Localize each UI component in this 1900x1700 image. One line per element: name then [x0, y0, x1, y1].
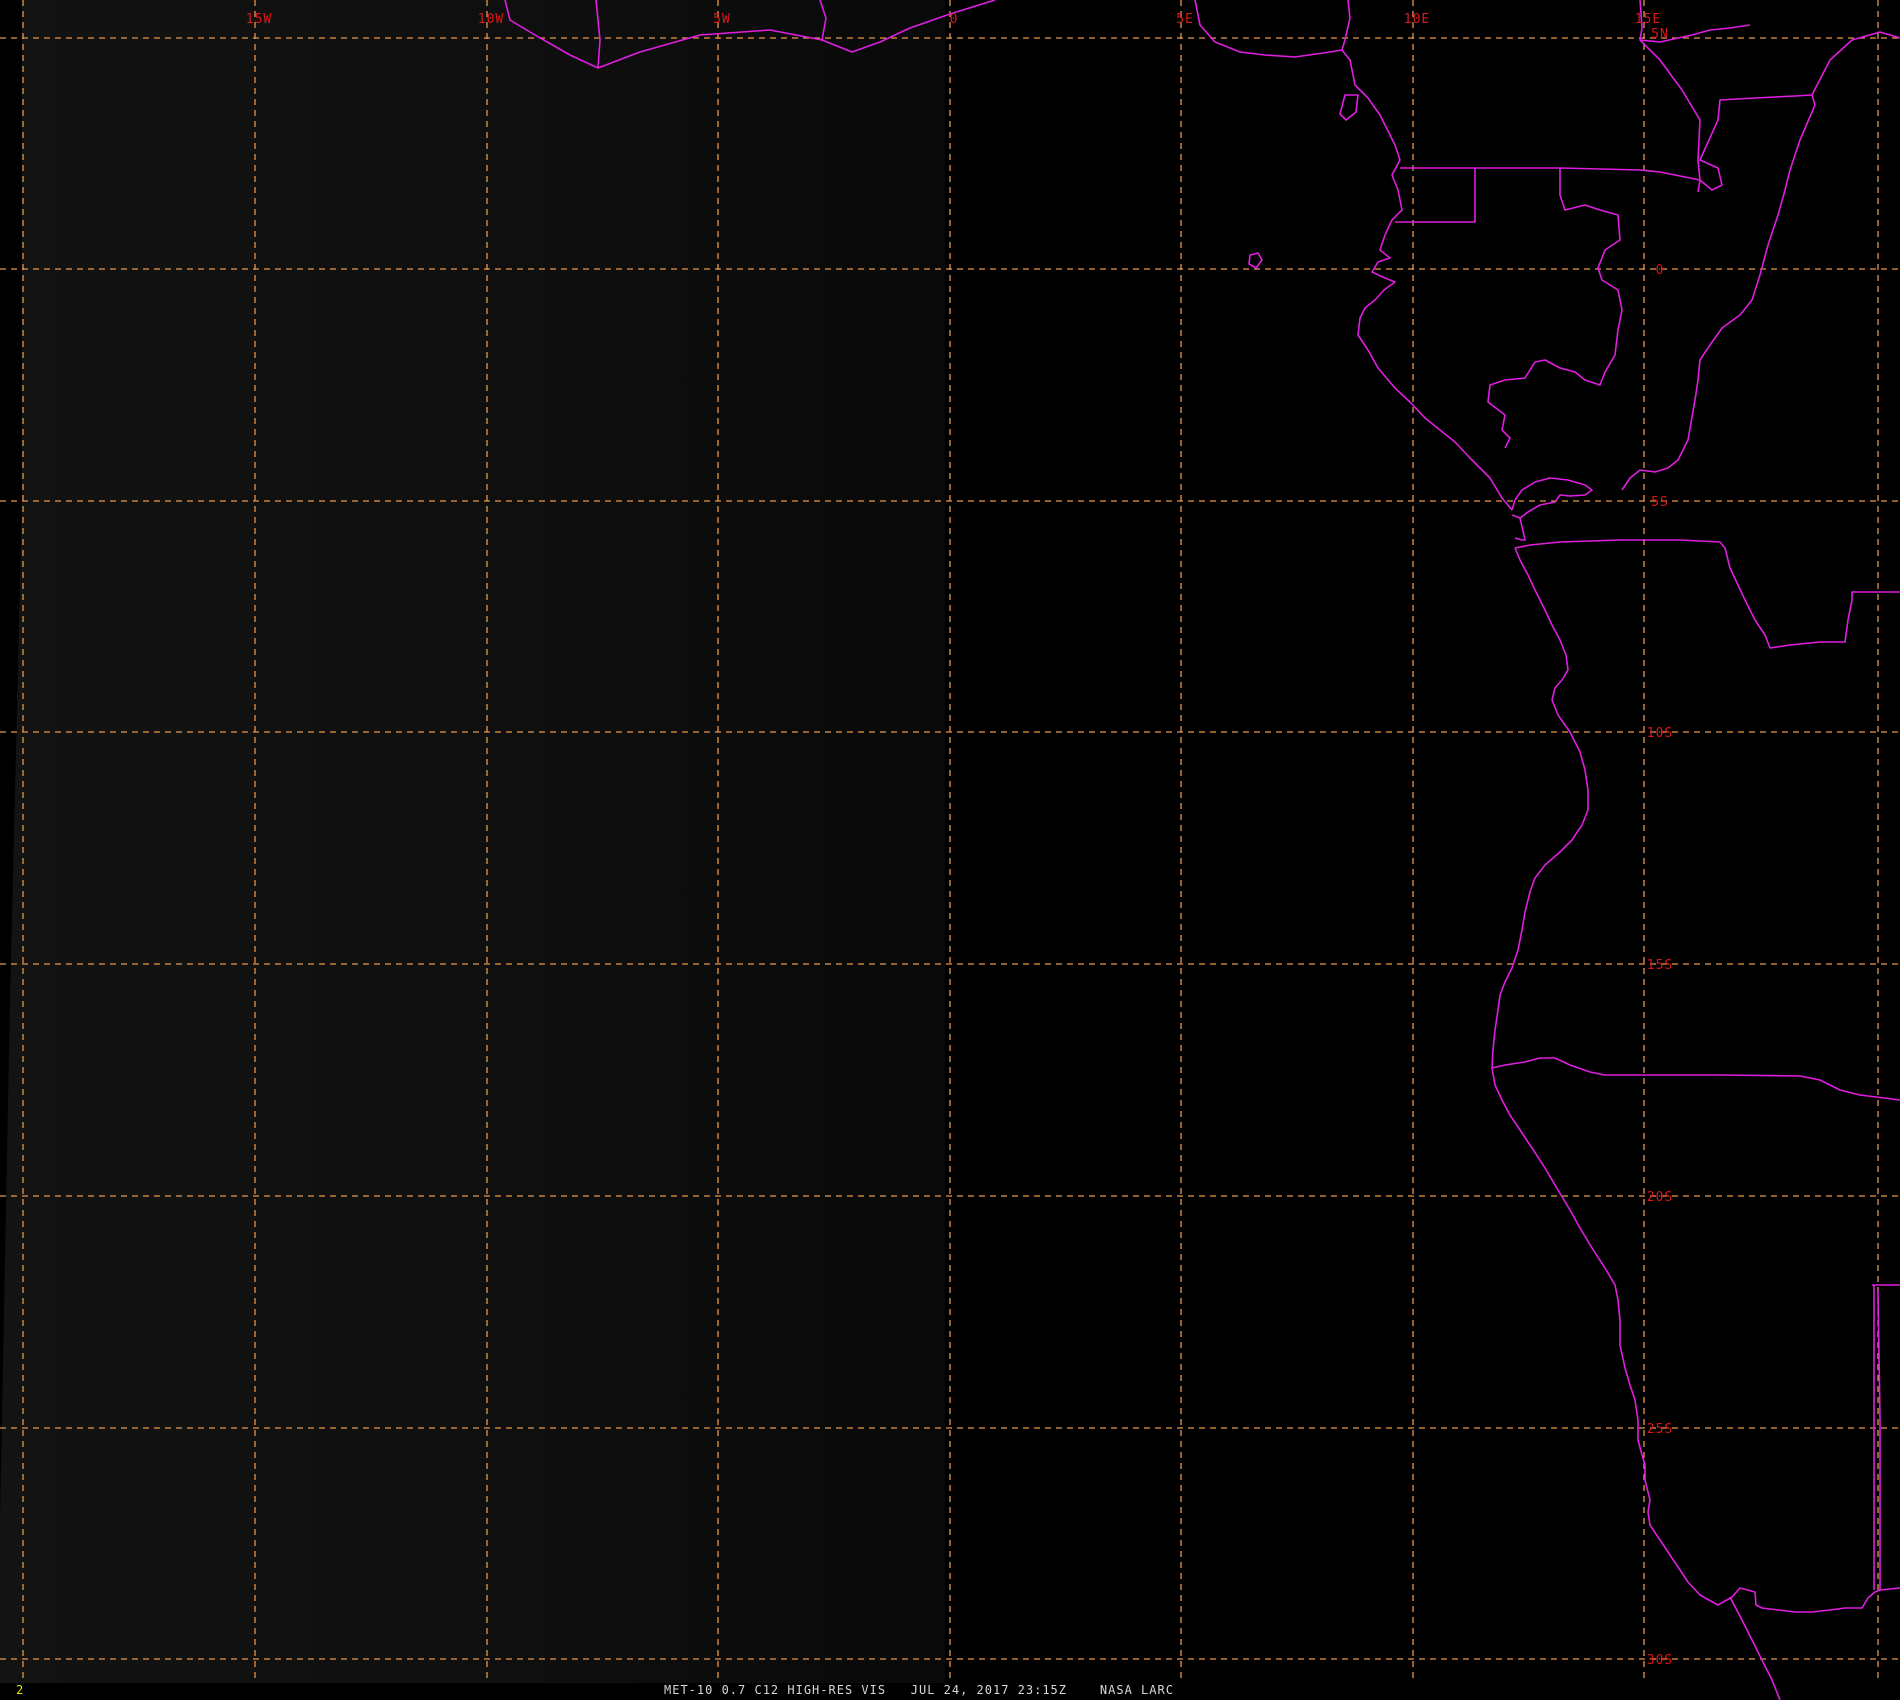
longitude-label: 10W	[478, 12, 504, 27]
latitude-label: 25S	[1647, 1422, 1673, 1437]
latitude-label: 5N	[1651, 27, 1669, 42]
latitude-label: 0	[1656, 263, 1665, 278]
angola-namibia-coast	[1491, 547, 1900, 1613]
longitude-label: 0	[950, 12, 959, 27]
latitude-label: 30S	[1647, 1653, 1673, 1668]
longitude-label: 5E	[1176, 12, 1194, 27]
latitude-labels: 5N 0 5S 10S 15S 20S 25S 30S	[1647, 27, 1673, 1668]
latitude-label: 15S	[1647, 958, 1673, 973]
gabon-congo-border	[1487, 168, 1623, 449]
cabinda-south	[1514, 517, 1526, 541]
longitude-label: 10E	[1404, 12, 1430, 27]
longitude-label: 15W	[246, 12, 272, 27]
cabinda-border	[1511, 477, 1593, 519]
congo-drc-river-border	[1811, 31, 1900, 96]
image-caption: MET-10 0.7 C12 HIGH-RES VIS JUL 24, 2017…	[664, 1683, 1174, 1697]
sao-tome-island	[1248, 252, 1263, 269]
longitude-label: 15E	[1635, 12, 1661, 27]
frame-number: 2	[16, 1683, 25, 1697]
bioko-island	[1339, 94, 1359, 121]
congo-drc-border-south	[1621, 104, 1816, 491]
gabon-coast	[1357, 234, 1513, 511]
latitude-label: 20S	[1647, 1190, 1673, 1205]
satellite-map: 15W 10W 5W 0 5E 10E 15E 5N 0 5S 10S 15S 20S 25S 30S	[0, 0, 1900, 1700]
nigeria-cameroon-border	[1341, 0, 1351, 51]
eq-guinea-border	[1395, 167, 1476, 223]
latitude-label: 5S	[1651, 495, 1669, 510]
drc-angola-border	[1514, 539, 1900, 649]
namibia-southafrica-border	[1729, 1596, 1781, 1700]
latitude-label: 10S	[1647, 726, 1673, 741]
nigeria-cameroon-coast	[1194, 0, 1403, 236]
angola-namibia-border	[1491, 1057, 1900, 1101]
night-haze-region	[0, 0, 945, 1683]
longitude-label: 5W	[713, 12, 731, 27]
cameroon-gabon-border	[1475, 167, 1701, 193]
